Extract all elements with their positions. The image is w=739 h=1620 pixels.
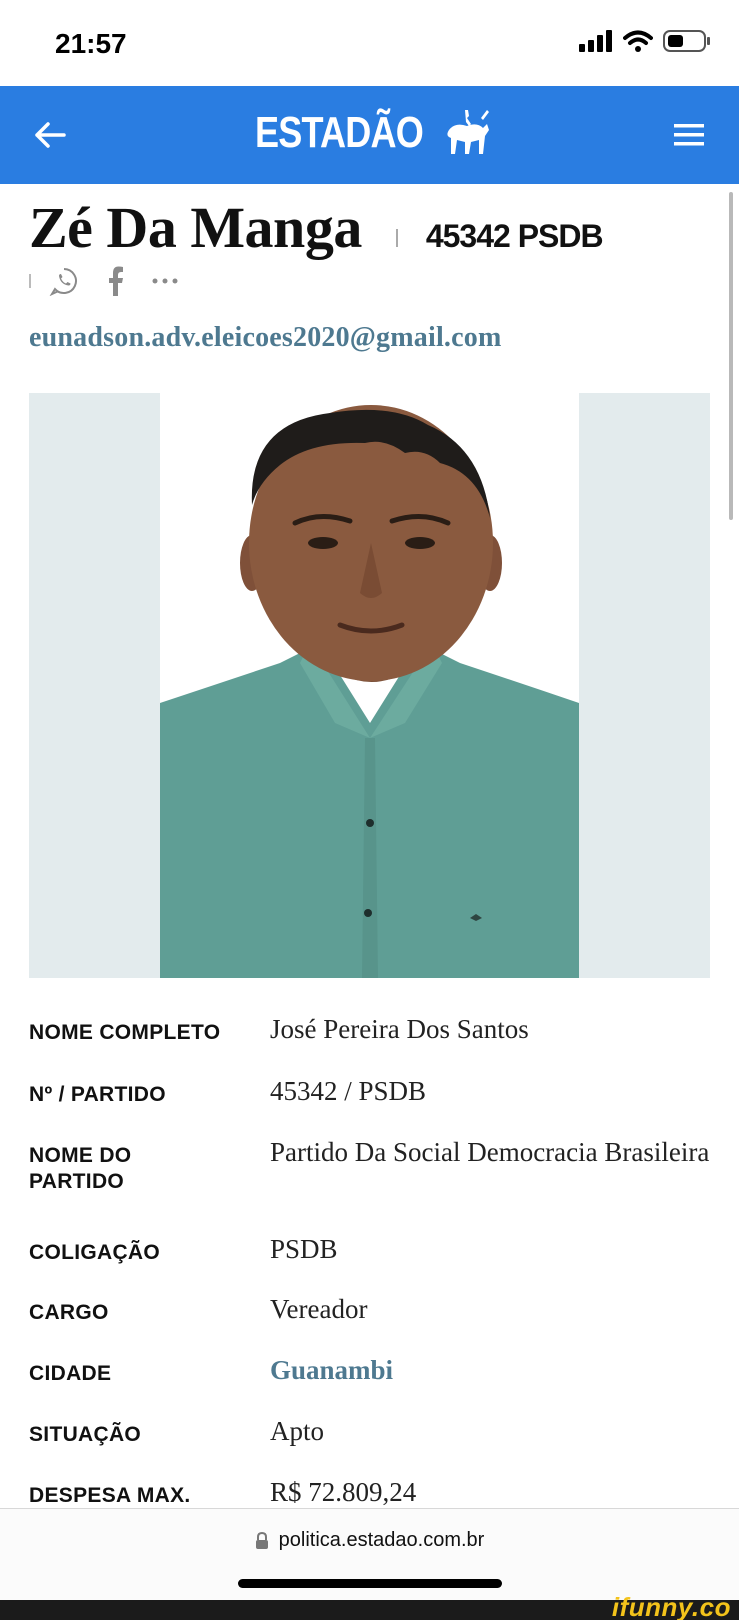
ifunny-watermark: ifunny.co	[611, 1592, 731, 1620]
share-bar	[29, 264, 205, 298]
browser-address-bar: politica.estadao.com.br	[0, 1508, 739, 1600]
info-value: Vereador	[270, 1294, 368, 1324]
wifi-icon	[623, 30, 653, 52]
info-row-cidade: CIDADE Guanambi	[29, 1355, 719, 1401]
candidate-email-link[interactable]: eunadson.adv.eleicoes2020@gmail.com	[29, 322, 502, 354]
url-field[interactable]: politica.estadao.com.br	[0, 1529, 739, 1552]
status-time: 21:57	[55, 28, 127, 59]
info-value: Partido Da Social Democracia Brasileira	[270, 1137, 710, 1167]
share-divider	[29, 274, 31, 288]
facebook-icon[interactable]	[105, 266, 125, 296]
whatsapp-icon[interactable]	[49, 266, 79, 296]
info-label: NOME COMPLETO	[29, 1021, 221, 1044]
info-row-numero-partido: Nº / PARTIDO 45342 / PSDB	[29, 1076, 719, 1122]
info-row-nome-completo: NOME COMPLETO José Pereira Dos Santos	[29, 1014, 719, 1060]
info-label: NOME DO PARTIDO	[29, 1144, 132, 1193]
site-header: ESTADÃO	[0, 86, 739, 184]
battery-icon	[663, 30, 710, 52]
info-value: Apto	[270, 1416, 324, 1446]
info-label: CARGO	[29, 1301, 109, 1324]
info-value: PSDB	[270, 1234, 338, 1264]
city-link[interactable]: Guanambi	[270, 1353, 710, 1387]
status-bar: 21:57	[0, 0, 739, 86]
hamburger-menu-icon	[674, 124, 704, 146]
more-icon[interactable]	[151, 277, 179, 285]
info-row-coligacao: COLIGAÇÃO PSDB	[29, 1234, 719, 1280]
info-row-cargo: CARGO Vereador	[29, 1294, 719, 1340]
page-scrollbar[interactable]	[729, 192, 733, 520]
info-row-nome-do-partido: NOME DO PARTIDO Partido Da Social Democr…	[29, 1137, 719, 1213]
watermark-strip: ifunny.co	[0, 1592, 739, 1620]
info-value: José Pereira Dos Santos	[270, 1014, 529, 1044]
info-label: DESPESA MAX.	[29, 1484, 191, 1507]
candidate-name: Zé Da Manga	[29, 195, 362, 260]
info-label: SITUAÇÃO	[29, 1423, 142, 1446]
info-value: R$ 72.809,24	[270, 1477, 417, 1507]
candidate-number-party: 45342 PSDB	[425, 218, 604, 254]
info-label: Nº / PARTIDO	[29, 1083, 166, 1106]
back-arrow-icon	[35, 122, 66, 148]
url-text: politica.estadao.com.br	[278, 1529, 485, 1551]
info-row-situacao: SITUAÇÃO Apto	[29, 1416, 719, 1462]
candidate-title: Zé Da Manga 45342 PSDB	[29, 194, 604, 261]
title-divider	[395, 229, 398, 247]
horseman-icon	[447, 110, 489, 154]
info-label: COLIGAÇÃO	[29, 1241, 161, 1264]
cellular-signal-icon	[579, 30, 612, 52]
back-button[interactable]	[28, 113, 72, 157]
estadao-logo[interactable]: ESTADÃO	[255, 108, 491, 158]
info-value: 45342 / PSDB	[270, 1076, 427, 1106]
logo-text: ESTADÃO	[255, 108, 424, 157]
info-label: CIDADE	[29, 1362, 112, 1385]
lock-icon	[255, 1531, 268, 1549]
home-indicator[interactable]	[238, 1579, 502, 1588]
candidate-photo	[160, 393, 579, 978]
status-icons	[579, 30, 711, 52]
menu-button[interactable]	[667, 113, 711, 157]
photo-frame	[29, 393, 710, 978]
